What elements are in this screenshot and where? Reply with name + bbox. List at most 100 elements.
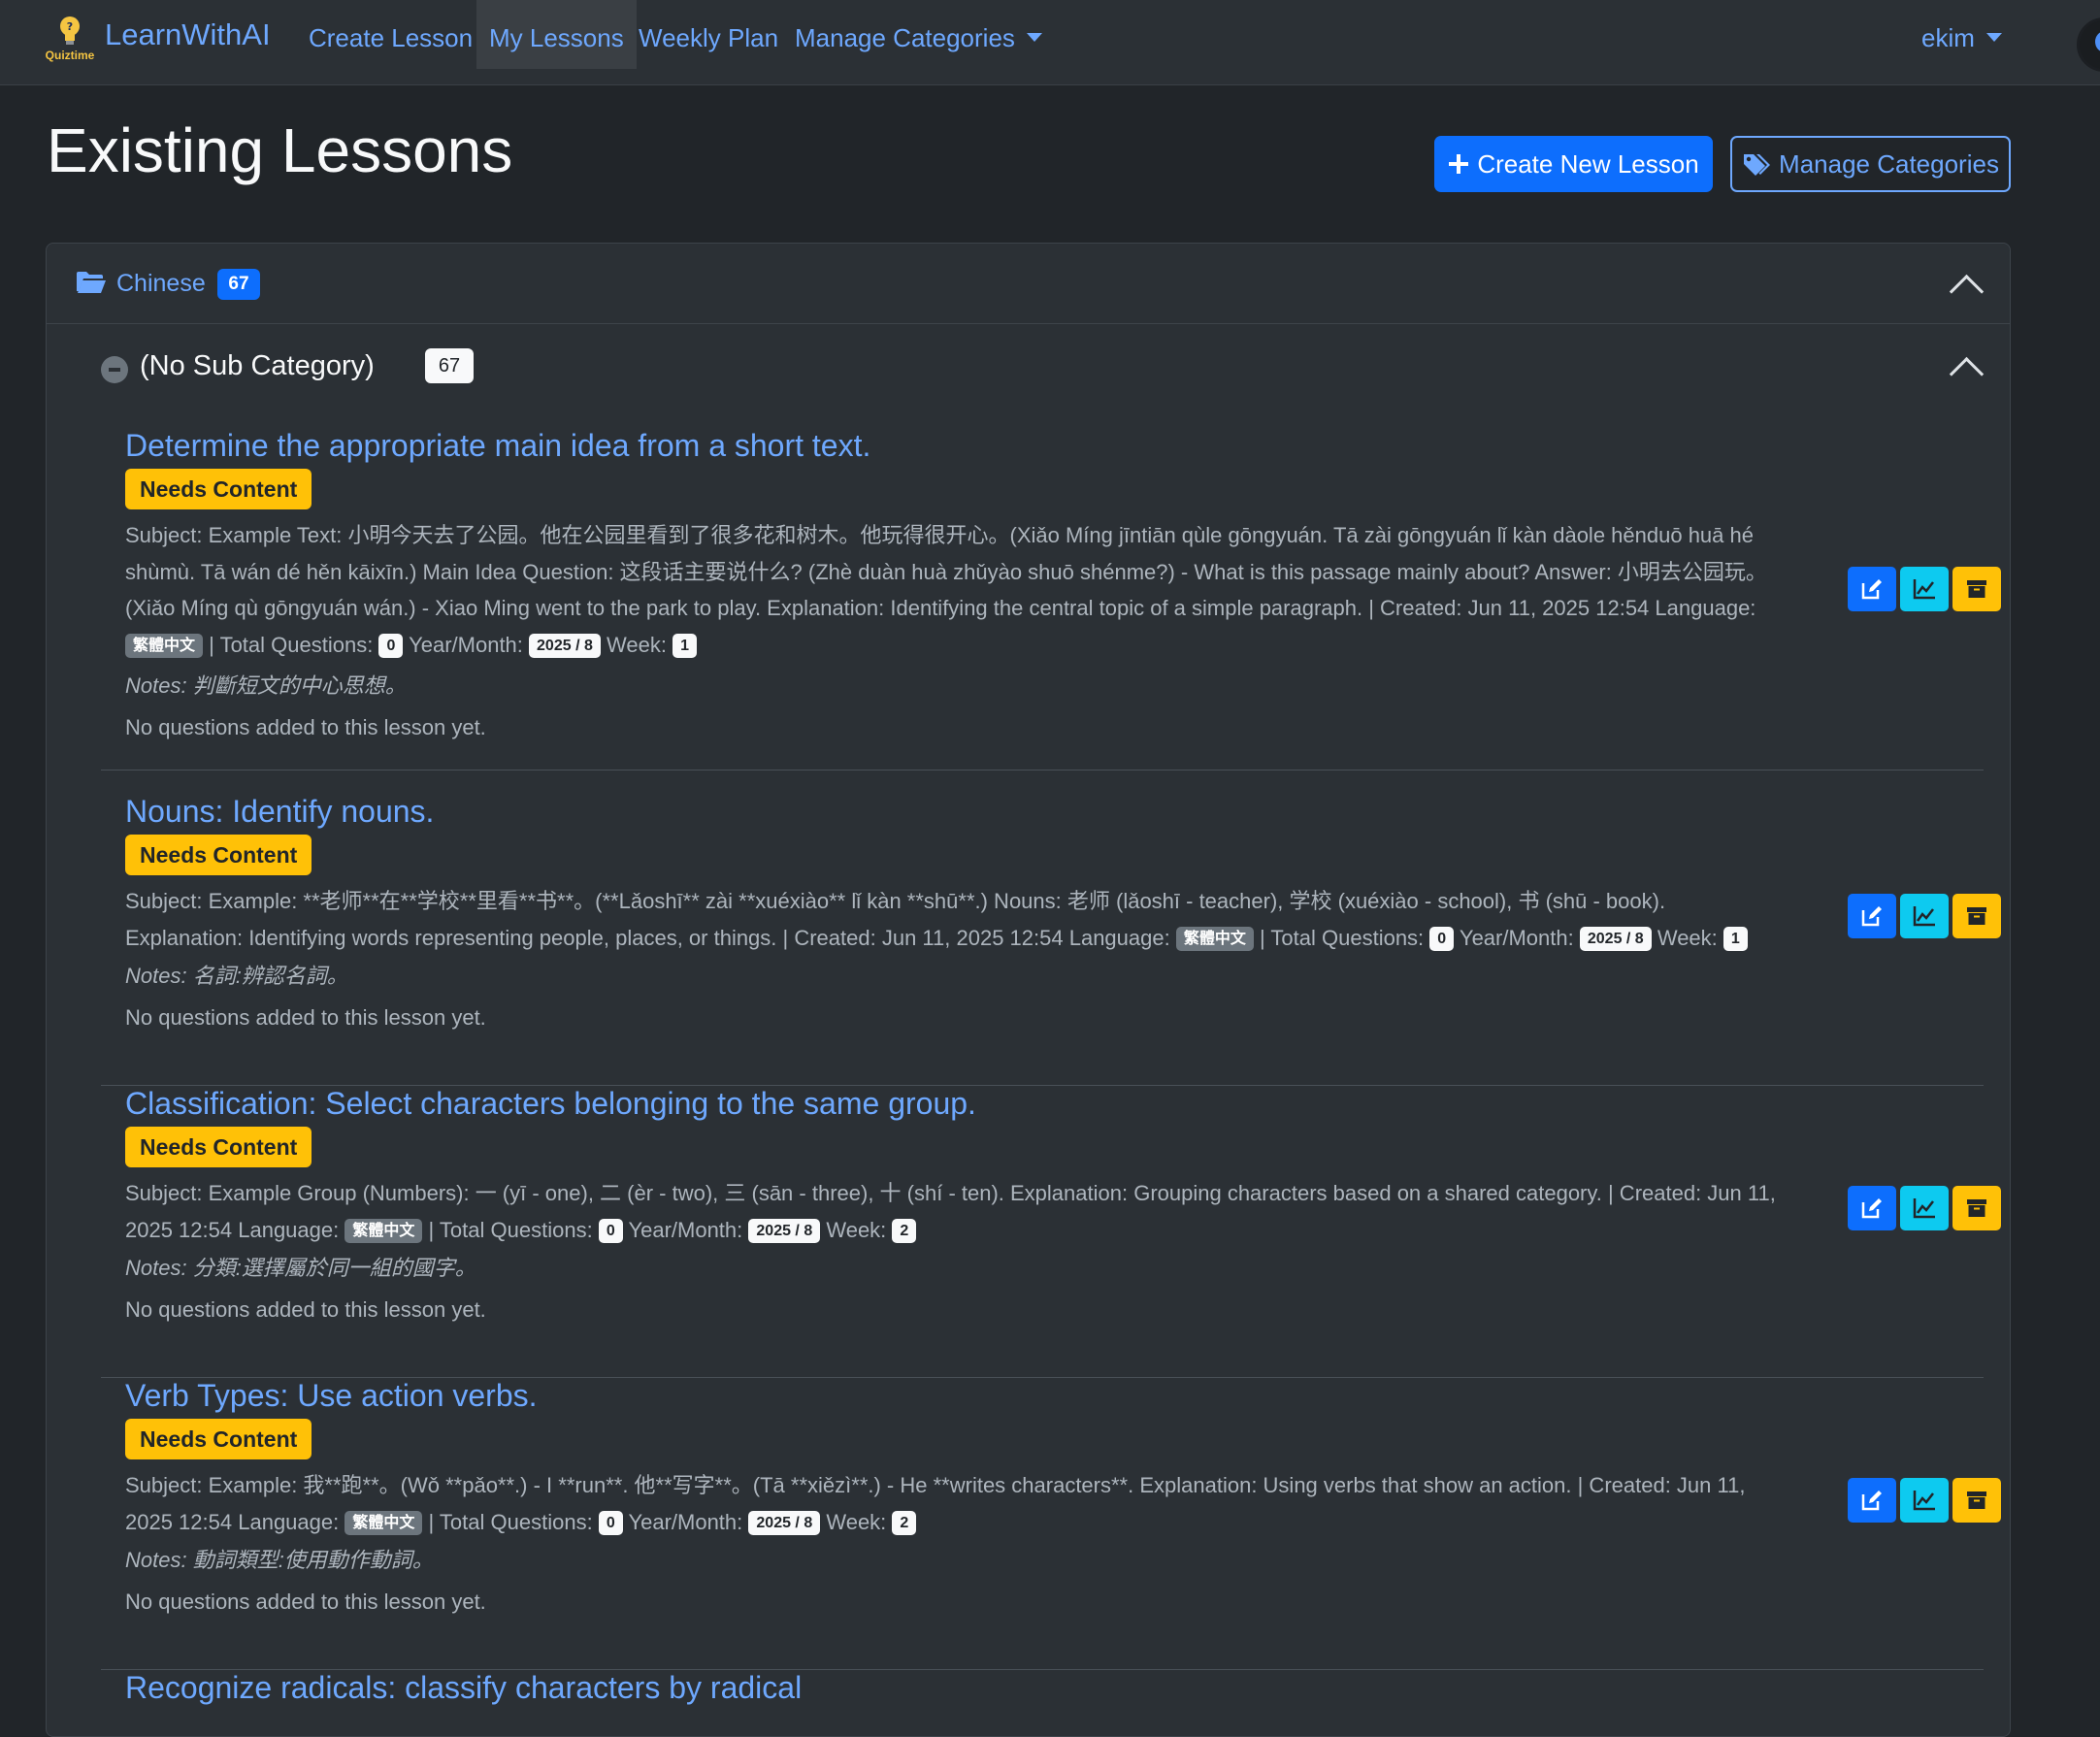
language-badge: 繁體中文 xyxy=(345,1511,423,1536)
category-card: Chinese 67 (No Sub Category) 67 Determin… xyxy=(46,243,2011,1737)
archive-icon xyxy=(1967,1199,1986,1217)
top-navbar: ? Quiztime LearnWithAI Create Lesson My … xyxy=(0,0,2100,85)
lesson-item: Nouns: Identify nouns. Needs Content Sub… xyxy=(101,794,2001,1086)
week-badge: 2 xyxy=(892,1219,917,1244)
language-label: Language: xyxy=(1068,925,1170,950)
no-questions-text: No questions added to this lesson yet. xyxy=(125,1005,486,1030)
subcategory-name: (No Sub Category) xyxy=(140,350,375,381)
nav-weekly-plan[interactable]: Weekly Plan xyxy=(626,0,791,69)
stats-button[interactable] xyxy=(1900,1478,1949,1523)
minus-circle-icon xyxy=(101,356,128,383)
total-questions-label: | Total Questions: xyxy=(1259,925,1425,950)
plus-icon xyxy=(1448,153,1469,175)
category-header[interactable]: Chinese 67 xyxy=(47,244,2010,324)
folder-open-icon xyxy=(77,272,106,293)
total-questions-badge: 0 xyxy=(378,634,404,659)
edit-button[interactable] xyxy=(1848,1186,1896,1230)
avatar[interactable] xyxy=(2077,17,2100,72)
user-name: ekim xyxy=(1921,23,1975,52)
lesson-item: Verb Types: Use action verbs. Needs Cont… xyxy=(101,1378,2001,1670)
nav-my-lessons[interactable]: My Lessons xyxy=(476,0,637,69)
archive-button[interactable] xyxy=(1952,1478,2001,1523)
status-badge: Needs Content xyxy=(125,1127,312,1167)
lesson-actions xyxy=(1848,1478,2001,1523)
total-questions-label: | Total Questions: xyxy=(428,1509,593,1534)
lightbulb-icon: ? xyxy=(60,16,80,45)
lesson-notes: Notes: 分類:選擇屬於同一組的國字。 xyxy=(125,1256,476,1280)
week-label: Week: xyxy=(826,1509,887,1534)
chevron-up-icon[interactable] xyxy=(1949,356,1985,392)
week-badge: 2 xyxy=(892,1511,917,1536)
year-month-badge: 2025 / 8 xyxy=(529,634,601,659)
nav-manage-categories[interactable]: Manage Categories xyxy=(782,0,1055,69)
no-questions-text: No questions added to this lesson yet. xyxy=(125,715,486,739)
language-badge: 繁體中文 xyxy=(345,1219,423,1244)
archive-button[interactable] xyxy=(1952,894,2001,938)
total-questions-badge: 0 xyxy=(598,1511,623,1536)
year-month-label: Year/Month: xyxy=(409,632,523,657)
edit-icon xyxy=(1861,1198,1882,1219)
year-month-badge: 2025 / 8 xyxy=(748,1511,821,1536)
lesson-title[interactable]: Classification: Select characters belong… xyxy=(125,1086,976,1122)
edit-icon xyxy=(1861,579,1882,600)
chart-line-icon xyxy=(1913,1491,1935,1511)
lesson-details: Subject: Example Group (Numbers): 一 (yī … xyxy=(125,1175,1780,1248)
chart-line-icon xyxy=(1913,906,1935,927)
language-badge: 繁體中文 xyxy=(1175,927,1254,952)
week-label: Week: xyxy=(826,1217,887,1242)
lesson-title[interactable]: Recognize radicals: classify characters … xyxy=(125,1670,802,1706)
lesson-description: Subject: Example Text: 小明今天去了公园。他在公园里看到了… xyxy=(125,523,1767,620)
year-month-badge: 2025 / 8 xyxy=(1579,927,1652,952)
manage-categories-button[interactable]: Manage Categories xyxy=(1730,136,2011,192)
tags-icon xyxy=(1742,151,1771,177)
user-menu[interactable]: ekim xyxy=(1909,0,2015,69)
language-badge: 繁體中文 xyxy=(125,634,204,659)
archive-button[interactable] xyxy=(1952,567,2001,611)
edit-icon xyxy=(1861,906,1882,927)
brand-logo[interactable]: ? Quiztime xyxy=(45,14,95,62)
status-badge: Needs Content xyxy=(125,835,312,875)
chevron-down-icon xyxy=(1026,32,1042,42)
subcategory-header[interactable]: (No Sub Category) 67 xyxy=(101,348,1985,392)
stats-button[interactable] xyxy=(1900,567,1949,611)
stats-button[interactable] xyxy=(1900,894,1949,938)
stats-button[interactable] xyxy=(1900,1186,1949,1230)
year-month-label: Year/Month: xyxy=(1459,925,1574,950)
chevron-down-icon xyxy=(1985,32,2002,42)
edit-button[interactable] xyxy=(1848,567,1896,611)
language-label: Language: xyxy=(238,1509,340,1534)
lesson-title[interactable]: Nouns: Identify nouns. xyxy=(125,794,434,830)
total-questions-badge: 0 xyxy=(1429,927,1455,952)
total-questions-badge: 0 xyxy=(598,1219,623,1244)
no-questions-text: No questions added to this lesson yet. xyxy=(125,1297,486,1322)
lesson-notes: Notes: 動詞類型:使用動作動詞。 xyxy=(125,1548,434,1572)
language-label: Language: xyxy=(1655,596,1756,620)
edit-button[interactable] xyxy=(1848,1478,1896,1523)
week-label: Week: xyxy=(606,632,667,657)
create-new-lesson-button[interactable]: Create New Lesson xyxy=(1434,136,1713,192)
brand-name[interactable]: LearnWithAI xyxy=(105,17,271,52)
year-month-badge: 2025 / 8 xyxy=(748,1219,821,1244)
create-new-lesson-label: Create New Lesson xyxy=(1477,148,1699,179)
week-badge: 1 xyxy=(1723,927,1748,952)
nav-create-lesson[interactable]: Create Lesson xyxy=(296,0,485,69)
chevron-up-icon[interactable] xyxy=(1949,274,1985,310)
category-name[interactable]: Chinese xyxy=(116,270,206,298)
lesson-notes: Notes: 判斷短文的中心思想。 xyxy=(125,673,407,698)
svg-text:?: ? xyxy=(67,20,73,33)
chart-line-icon xyxy=(1913,1198,1935,1219)
lesson-title[interactable]: Verb Types: Use action verbs. xyxy=(125,1378,538,1414)
archive-button[interactable] xyxy=(1952,1186,2001,1230)
language-label: Language: xyxy=(238,1217,340,1242)
lesson-item: Classification: Select characters belong… xyxy=(101,1086,2001,1378)
nav-manage-categories-label: Manage Categories xyxy=(795,23,1015,52)
lesson-item: Determine the appropriate main idea from… xyxy=(101,428,2001,770)
lesson-actions xyxy=(1848,894,2001,938)
subcategory-count-badge: 67 xyxy=(425,348,474,383)
lesson-title[interactable]: Determine the appropriate main idea from… xyxy=(125,428,870,464)
lesson-actions xyxy=(1848,1186,2001,1230)
edit-button[interactable] xyxy=(1848,894,1896,938)
week-label: Week: xyxy=(1657,925,1718,950)
lesson-item: Recognize radicals: classify characters … xyxy=(101,1670,1984,1719)
archive-icon xyxy=(1967,580,1986,598)
